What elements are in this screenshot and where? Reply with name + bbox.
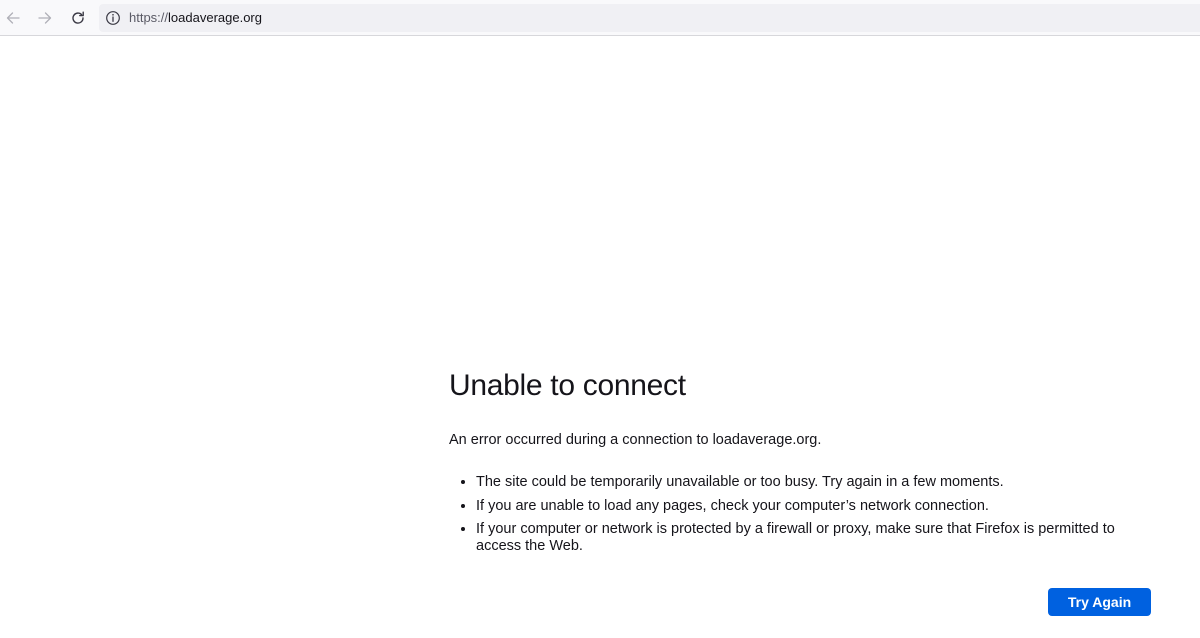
suggestion-item: If your computer or network is protected… — [476, 521, 1161, 555]
info-icon[interactable] — [105, 10, 121, 26]
arrow-left-icon — [6, 12, 20, 24]
reload-icon — [72, 11, 84, 24]
url-text[interactable]: https://loadaverage.org — [129, 10, 262, 26]
try-again-button[interactable]: Try Again — [1048, 588, 1151, 616]
suggestion-item: If you are unable to load any pages, che… — [476, 498, 1161, 515]
error-description: An error occurred during a connection to… — [449, 432, 822, 448]
url-host: loadaverage.org — [168, 10, 262, 25]
forward-button[interactable] — [33, 6, 57, 30]
back-button[interactable] — [1, 6, 25, 30]
url-scheme: https:// — [129, 10, 169, 25]
reload-button[interactable] — [66, 6, 90, 30]
browser-toolbar: https://loadaverage.org — [0, 0, 1200, 36]
error-page-content: Unable to connect An error occurred duri… — [449, 366, 1161, 562]
arrow-right-icon — [38, 12, 52, 24]
url-bar[interactable]: https://loadaverage.org — [99, 4, 1200, 32]
error-title: Unable to connect — [449, 369, 686, 402]
error-suggestions-list: The site could be temporarily unavailabl… — [449, 474, 1161, 555]
suggestion-item: The site could be temporarily unavailabl… — [476, 474, 1161, 491]
